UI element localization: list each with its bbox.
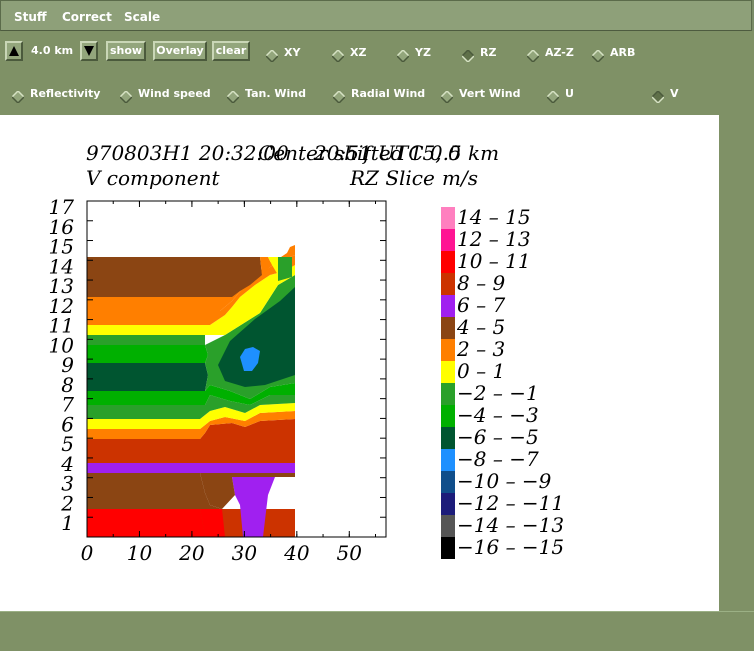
radio-diamond-icon [332, 88, 346, 105]
contour-neg4-neg3-mid [87, 345, 208, 363]
legend-label: 12 – 13 [457, 227, 531, 251]
show-button[interactable]: show [106, 41, 146, 61]
radio-label: V [670, 87, 679, 100]
radio-label: ARB [610, 46, 636, 59]
legend-swatch [441, 339, 455, 361]
legend-label: 8 – 9 [457, 271, 505, 295]
color-legend: 14 – 1512 – 1310 – 118 – 96 – 74 – 52 – … [441, 205, 564, 559]
arrow-down-icon [84, 46, 94, 56]
x-tick-label: 50 [337, 541, 363, 565]
radio-diamond-icon [461, 47, 475, 64]
x-tick-label: 40 [283, 541, 310, 565]
radio-label: XZ [350, 46, 367, 59]
header-time-height: 20:51 UTC 0.5 km [313, 141, 499, 165]
radio-label: Wind speed [138, 87, 211, 100]
legend-label: 0 – 1 [457, 359, 505, 383]
x-tick-label: 20 [178, 541, 205, 565]
legend-label: −8 – −7 [457, 447, 539, 471]
radio-diamond-icon [265, 47, 279, 64]
legend-swatch [441, 405, 455, 427]
radio-label: Radial Wind [351, 87, 426, 100]
legend-swatch [441, 427, 455, 449]
contour-neg2-neg1-tip [278, 257, 292, 281]
legend-label: −2 – −1 [457, 381, 539, 405]
toolbar: 4.0 km show Overlay clear XY XZ YZ RZ AZ-Z AR… [0, 31, 754, 115]
contour-6-7-band [87, 463, 295, 473]
contour-8-9-band [87, 455, 295, 463]
radio-diamond-icon [331, 47, 345, 64]
clear-button[interactable]: clear [212, 41, 250, 61]
radio-diamond-icon [591, 47, 605, 64]
legend-swatch [441, 317, 455, 339]
legend-swatch [441, 229, 455, 251]
radio-diamond-icon [651, 88, 665, 105]
legend-swatch [441, 207, 455, 229]
menu-correct[interactable]: Correct [62, 10, 112, 24]
legend-label: 4 – 5 [456, 315, 505, 339]
radio-diamond-icon [440, 88, 454, 105]
x-tick-label: 0 [81, 541, 94, 565]
legend-label: 6 – 7 [457, 293, 505, 317]
legend-label: −6 – −5 [457, 425, 539, 449]
radio-label: RZ [480, 46, 497, 59]
component-label: V component [86, 166, 220, 190]
radio-label: XY [284, 46, 301, 59]
legend-label: 14 – 15 [457, 205, 531, 229]
height-value: 4.0 km [31, 44, 74, 57]
radio-label: Vert Wind [459, 87, 521, 100]
legend-label: −14 – −13 [457, 513, 564, 537]
radio-diamond-icon [396, 47, 410, 64]
legend-swatch [441, 449, 455, 471]
legend-swatch [441, 493, 455, 515]
radio-diamond-icon [546, 88, 560, 105]
legend-swatch [441, 273, 455, 295]
legend-label: −10 – −9 [457, 469, 552, 493]
legend-swatch [441, 537, 455, 559]
contour-4-5-top [87, 257, 262, 297]
height-up-button[interactable] [5, 41, 23, 61]
legend-label: −16 – −15 [457, 535, 564, 559]
overlay-button[interactable]: Overlay [153, 41, 207, 61]
menu-stuff[interactable]: Stuff [14, 10, 47, 24]
legend-swatch [441, 361, 455, 383]
contour-neg2-neg1-thin [87, 335, 205, 345]
radio-diamond-icon [119, 88, 133, 105]
rz-contour-field [87, 245, 295, 537]
radio-label: Tan. Wind [245, 87, 306, 100]
legend-label: 10 – 11 [457, 249, 531, 273]
slice-label: RZ Slice [349, 166, 435, 190]
radio-diamond-icon [11, 88, 25, 105]
radio-diamond-icon [226, 88, 240, 105]
menu-scale[interactable]: Scale [124, 10, 160, 24]
plot-canvas: 970803H1 20:32:00 Center shifted 15, 0 2… [0, 115, 719, 611]
legend-swatch [441, 383, 455, 405]
plot-svg: 970803H1 20:32:00 Center shifted 15, 0 2… [49, 141, 565, 565]
radio-diamond-icon [526, 47, 540, 64]
radio-label: AZ-Z [545, 46, 574, 59]
legend-swatch [441, 515, 455, 537]
x-tick-label: 30 [232, 541, 258, 565]
units-label: m/s [442, 166, 478, 190]
x-tick-label: 10 [127, 541, 153, 565]
arrow-up-icon [9, 46, 19, 56]
bottom-panel [0, 611, 754, 651]
legend-swatch [441, 295, 455, 317]
legend-label: 2 – 3 [456, 337, 505, 361]
height-down-button[interactable] [80, 41, 98, 61]
contour-neg6-neg5-band [87, 363, 208, 391]
legend-swatch [441, 471, 455, 493]
radio-label: U [565, 87, 574, 100]
legend-label: −4 – −3 [457, 403, 539, 427]
radio-label: Reflectivity [30, 87, 101, 100]
menu-bar: Stuff Correct Scale [0, 0, 752, 31]
legend-swatch [441, 251, 455, 273]
y-tick-label: 17 [49, 195, 75, 219]
right-panel [719, 115, 754, 611]
legend-label: −12 – −11 [457, 491, 564, 515]
radio-label: YZ [415, 46, 431, 59]
